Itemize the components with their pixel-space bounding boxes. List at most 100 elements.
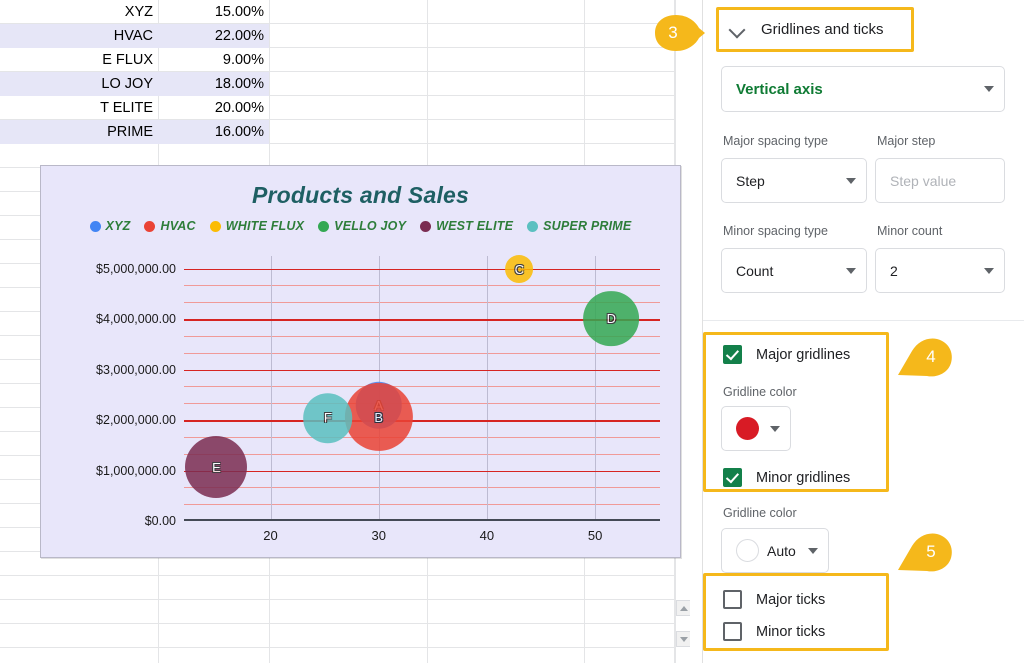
scroll-down-arrow-icon[interactable] [676, 631, 690, 647]
color-swatch [736, 417, 759, 440]
cell-product-name[interactable]: E FLUX [0, 48, 158, 72]
section-title: Gridlines and ticks [761, 20, 884, 38]
major-gridlines-checkbox[interactable] [723, 345, 742, 364]
y-axis-tick-label: $0.00 [144, 514, 176, 528]
legend-item: WHITE FLUX [209, 219, 305, 233]
axis-select-value: Vertical axis [736, 80, 823, 98]
x-axis-line [184, 519, 660, 521]
major-step-label: Major step [877, 134, 936, 148]
bubble-chart[interactable]: Products and Sales XYZ HVAC WHITE FLUX VELL… [40, 165, 681, 558]
x-axis-tick-label: 30 [371, 528, 386, 543]
callout-number: 4 [926, 347, 936, 366]
chart-plot-area: $0.00 $1,000,000.00 $2,000,000.00 $3,000,00… [96, 255, 660, 543]
legend-color-dot [144, 220, 156, 232]
cell-percentage-value[interactable]: 18.00% [159, 72, 269, 96]
cell-product-name[interactable]: XYZ [0, 0, 158, 24]
cell-percentage-value[interactable]: 15.00% [159, 0, 269, 24]
major-spacing-type-select[interactable]: Step [721, 158, 867, 203]
chevron-down-icon [984, 267, 994, 274]
major-gridline [184, 268, 660, 271]
legend-item: HVAC [144, 219, 196, 233]
callout-number: 3 [668, 23, 678, 42]
chart-bubble[interactable]: E [185, 436, 248, 499]
cell-product-name[interactable]: T ELITE [0, 96, 158, 120]
minor-gridlines-checkbox-row[interactable]: Minor gridlines [723, 468, 850, 487]
legend-label: XYZ [105, 219, 131, 233]
minor-gridline [184, 403, 660, 405]
legend-color-dot [209, 220, 221, 232]
vertical-gridline [486, 256, 488, 521]
axis-select[interactable]: Vertical axis [721, 66, 1005, 112]
minor-gridlines-checkbox[interactable] [723, 468, 742, 487]
cell-percentage-value[interactable]: 20.00% [159, 96, 269, 120]
chart-legend: XYZ HVAC WHITE FLUX VELLO JOY WEST ELITE SUPE… [41, 219, 680, 233]
major-ticks-checkbox-row[interactable]: Major ticks [723, 590, 825, 609]
grid-row-divider [0, 623, 690, 624]
minor-gridline-color-picker[interactable]: Auto [721, 528, 829, 573]
callout-badge-5: 5 [896, 530, 952, 572]
major-step-input[interactable]: Step value [875, 158, 1005, 203]
chevron-down-icon [846, 177, 856, 184]
major-ticks-checkbox[interactable] [723, 590, 742, 609]
minor-ticks-label: Minor ticks [756, 623, 826, 640]
minor-spacing-type-value: Count [736, 262, 774, 279]
legend-label: SUPER PRIME [543, 219, 632, 233]
chevron-down-icon [770, 425, 780, 432]
cell-product-name[interactable]: HVAC [0, 24, 158, 48]
panel-divider [703, 320, 1024, 321]
cell-product-name[interactable]: PRIME [0, 120, 158, 144]
chart-title: Products and Sales [251, 182, 470, 208]
major-gridlines-label: Major gridlines [756, 346, 851, 363]
minor-spacing-type-select[interactable]: Count [721, 248, 867, 293]
chart-bubble[interactable]: C [505, 255, 534, 284]
major-spacing-type-value: Step [736, 172, 765, 189]
vertical-gridline [270, 256, 272, 521]
y-axis-tick-label: $2,000,000.00 [96, 413, 176, 428]
chart-bubble[interactable]: F [303, 393, 353, 443]
x-axis-tick-label: 40 [479, 528, 495, 543]
minor-gridline-color-value: Auto [767, 542, 796, 559]
bubble-label: F [323, 410, 332, 426]
cell-percentage-value[interactable]: 22.00% [159, 24, 269, 48]
minor-gridline-color-label: Gridline color [723, 506, 797, 520]
legend-color-dot [420, 220, 432, 232]
chart-bubble[interactable]: B [344, 382, 413, 452]
major-step-placeholder: Step value [890, 172, 957, 189]
grid-row-divider [0, 647, 690, 648]
minor-gridline [184, 453, 660, 455]
major-ticks-label: Major ticks [756, 591, 826, 608]
major-gridline [184, 369, 660, 372]
minor-gridline [184, 285, 660, 287]
callout-number: 5 [926, 542, 936, 561]
cell-percentage-value[interactable]: 9.00% [159, 48, 269, 72]
chevron-down-icon[interactable] [729, 20, 747, 38]
legend-label: WHITE FLUX [225, 219, 305, 233]
legend-item: WEST ELITE [420, 219, 513, 233]
major-gridline-color-picker[interactable] [721, 406, 791, 451]
legend-color-dot [527, 220, 539, 232]
legend-item: XYZ [89, 219, 131, 233]
x-axis-tick-label: 20 [263, 528, 278, 543]
minor-gridline [184, 504, 660, 506]
chevron-down-icon [984, 86, 994, 92]
minor-ticks-checkbox-row[interactable]: Minor ticks [723, 622, 825, 641]
gridlines-and-ticks-section-header[interactable]: Gridlines and ticks [721, 8, 913, 50]
chevron-down-icon [808, 547, 818, 554]
minor-count-label: Minor count [877, 224, 943, 238]
chart-editor-panel: Gridlines and ticks Vertical axis Major … [702, 0, 1024, 663]
chart-bubble[interactable]: D [583, 290, 640, 347]
major-gridlines-checkbox-row[interactable]: Major gridlines [723, 345, 850, 364]
legend-color-dot [89, 220, 101, 232]
minor-ticks-checkbox[interactable] [723, 622, 742, 641]
scroll-up-arrow-icon[interactable] [676, 600, 690, 616]
minor-count-select[interactable]: 2 [875, 248, 1005, 293]
minor-gridline [184, 386, 660, 388]
minor-gridline [184, 487, 660, 489]
chevron-down-icon [846, 267, 856, 274]
major-gridline [184, 420, 660, 422]
y-axis-tick-label: $4,000,000.00 [96, 312, 176, 327]
bubble-label: E [212, 459, 221, 475]
cell-product-name[interactable]: LO JOY [0, 72, 158, 96]
legend-label: VELLO JOY [334, 219, 407, 233]
cell-percentage-value[interactable]: 16.00% [159, 120, 269, 144]
